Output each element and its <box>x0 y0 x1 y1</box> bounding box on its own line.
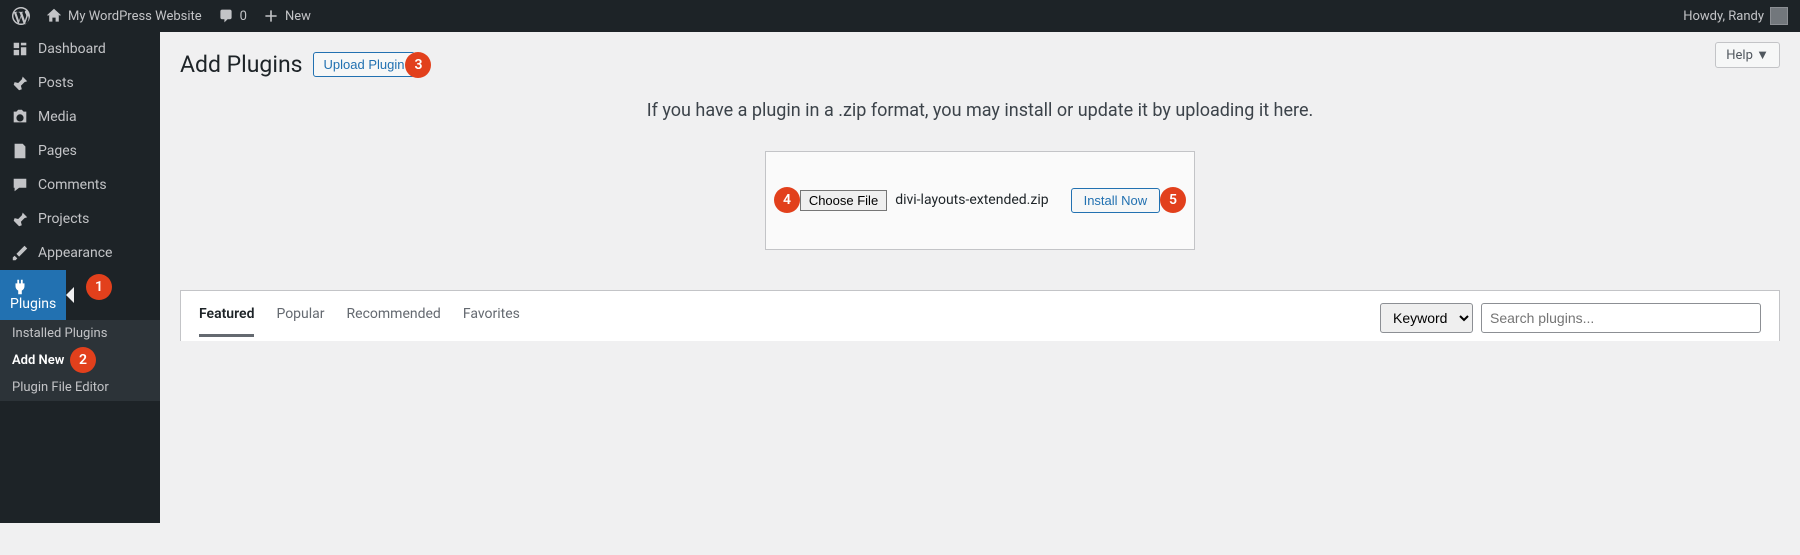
submenu-add-new[interactable]: Add New 2 <box>0 347 76 374</box>
dashboard-icon <box>10 40 30 58</box>
sidebar-item-label: Appearance <box>38 245 112 261</box>
filter-tab-popular[interactable]: Popular <box>276 306 324 337</box>
new-label: New <box>285 9 311 24</box>
brush-icon <box>10 244 30 262</box>
wordpress-icon <box>12 7 30 25</box>
filter-tab-recommended[interactable]: Recommended <box>347 306 441 337</box>
sidebar-item-pages[interactable]: Pages <box>0 134 160 168</box>
avatar <box>1770 7 1788 25</box>
comments-count: 0 <box>240 9 247 24</box>
search-plugins-input[interactable] <box>1481 303 1761 333</box>
sidebar-item-label: Projects <box>38 211 89 227</box>
sidebar-item-label: Posts <box>38 75 74 91</box>
sidebar-item-dashboard[interactable]: Dashboard <box>0 32 160 66</box>
sidebar-item-media[interactable]: Media <box>0 100 160 134</box>
admin-bar: My WordPress Website 0 New Howdy, Randy <box>0 0 1800 32</box>
home-icon <box>46 8 62 24</box>
annotation-badge: 3 <box>405 52 431 78</box>
media-icon <box>10 108 30 126</box>
help-tab[interactable]: Help ▼ <box>1715 42 1780 68</box>
sidebar-item-label: Pages <box>38 143 77 159</box>
sidebar-item-comments[interactable]: Comments <box>0 168 160 202</box>
annotation-badge: 5 <box>1160 187 1186 213</box>
wp-logo[interactable] <box>12 7 30 25</box>
site-name: My WordPress Website <box>68 9 202 24</box>
selected-file-name: divi-layouts-extended.zip <box>895 192 1048 208</box>
plugin-icon <box>10 278 30 296</box>
help-label: Help <box>1726 48 1753 63</box>
page-icon <box>10 142 30 160</box>
filter-tab-favorites[interactable]: Favorites <box>463 306 520 337</box>
plugins-submenu: Installed Plugins Add New 2 Plugin File … <box>0 320 160 401</box>
upload-plugin-button[interactable]: Upload Plugin <box>313 52 416 77</box>
sidebar-item-label: Media <box>38 109 77 125</box>
sidebar-item-plugins[interactable]: Plugins 1 <box>0 270 66 320</box>
sidebar-item-label: Dashboard <box>38 41 106 57</box>
filter-tab-featured[interactable]: Featured <box>199 306 254 337</box>
account-link[interactable]: Howdy, Randy <box>1683 7 1788 25</box>
greeting: Howdy, Randy <box>1683 9 1764 24</box>
submenu-label: Add New <box>12 353 64 368</box>
pin-icon <box>10 210 30 228</box>
install-now-button[interactable]: Install Now <box>1071 188 1161 213</box>
submenu-plugin-file-editor[interactable]: Plugin File Editor <box>0 374 160 401</box>
comment-icon <box>218 8 234 24</box>
site-name-link[interactable]: My WordPress Website <box>46 8 202 24</box>
sidebar-item-posts[interactable]: Posts <box>0 66 160 100</box>
sidebar-item-label: Plugins <box>10 296 56 312</box>
sidebar-item-label: Comments <box>38 177 107 193</box>
submenu-installed-plugins[interactable]: Installed Plugins <box>0 320 160 347</box>
comments-link[interactable]: 0 <box>218 8 247 24</box>
chevron-down-icon: ▼ <box>1756 48 1769 63</box>
submenu-label: Plugin File Editor <box>12 380 109 395</box>
annotation-badge: 1 <box>86 274 112 300</box>
upload-form: 4 Choose File divi-layouts-extended.zip … <box>765 151 1195 250</box>
sidebar-item-appearance[interactable]: Appearance <box>0 236 160 270</box>
main-content: Help ▼ Add Plugins Upload Plugin 3 If yo… <box>160 32 1800 361</box>
choose-file-button[interactable]: Choose File <box>800 190 887 211</box>
upload-panel: If you have a plugin in a .zip format, y… <box>180 100 1780 250</box>
plus-icon <box>263 8 279 24</box>
search-type-select[interactable]: Keyword <box>1380 303 1473 333</box>
annotation-badge: 2 <box>70 347 96 373</box>
pin-icon <box>10 74 30 92</box>
upload-instructions: If you have a plugin in a .zip format, y… <box>180 100 1780 121</box>
comment-icon <box>10 176 30 194</box>
admin-sidebar: Dashboard Posts Media Pages Comments Pro… <box>0 32 160 523</box>
annotation-badge: 4 <box>774 187 800 213</box>
submenu-label: Installed Plugins <box>12 326 107 341</box>
new-content-link[interactable]: New <box>263 8 311 24</box>
sidebar-item-projects[interactable]: Projects <box>0 202 160 236</box>
filter-bar: Featured Popular Recommended Favorites K… <box>180 290 1780 341</box>
page-title: Add Plugins <box>180 50 303 80</box>
